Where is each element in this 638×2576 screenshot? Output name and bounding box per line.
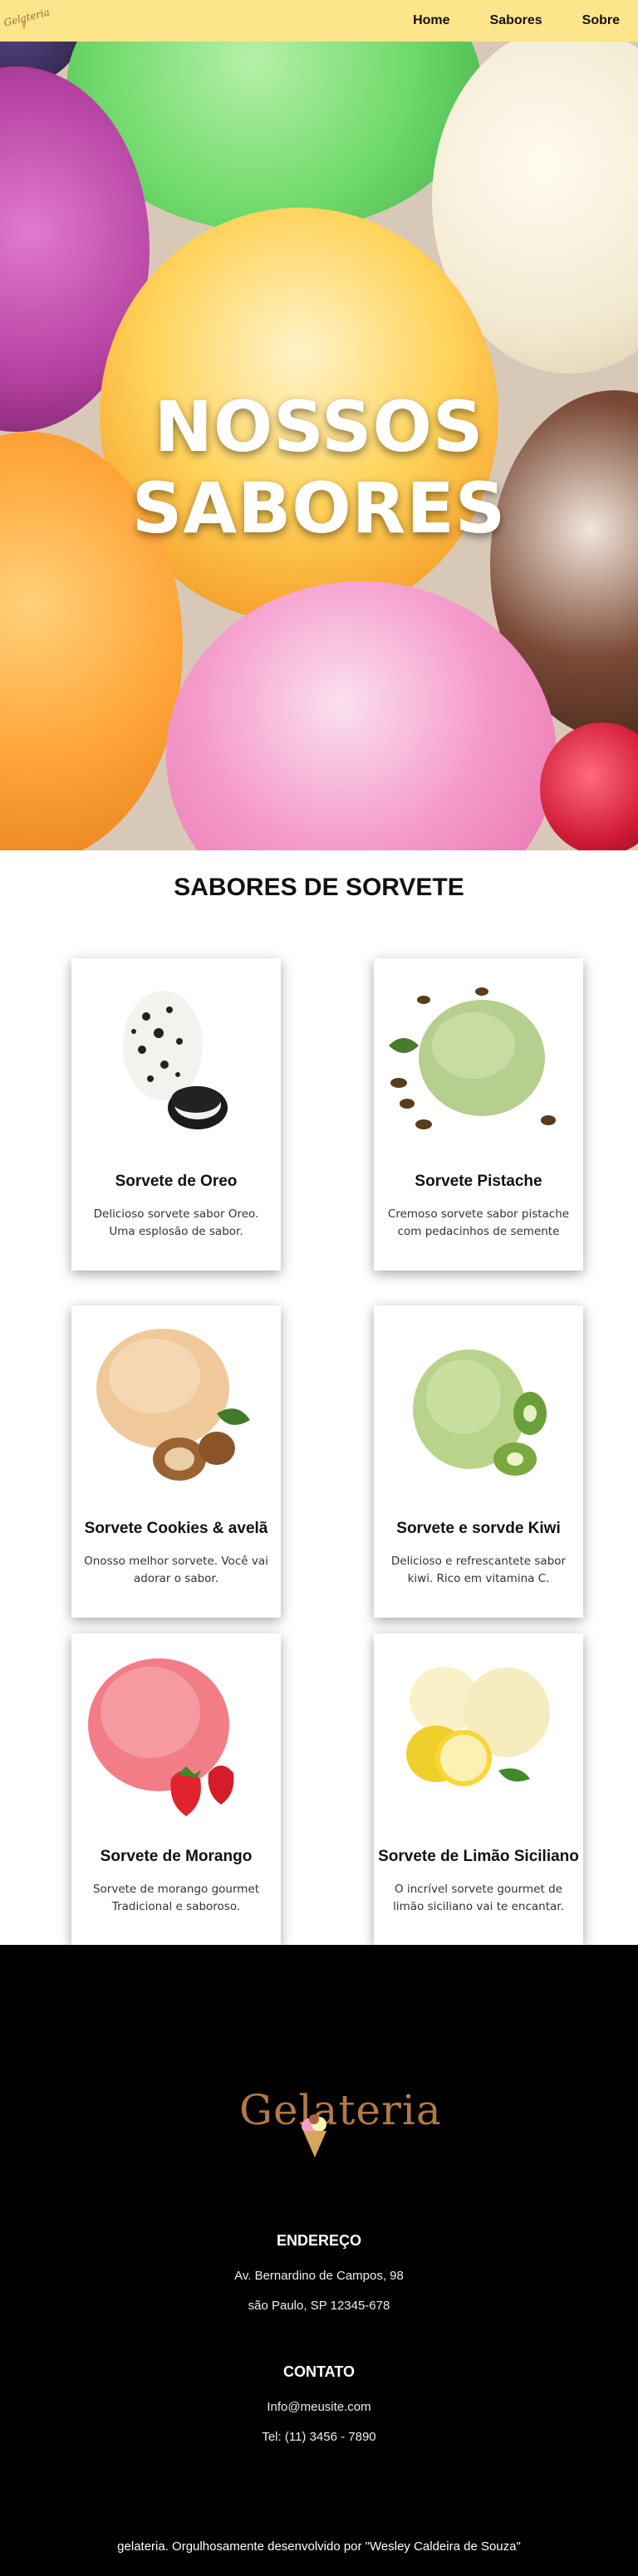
contact-phone: Tel: (11) 3456 - 7890 [262,2430,376,2444]
hazelnut-ice-cream-image [96,1329,250,1481]
flavor-card-oreo[interactable]: Sorvete de Oreo Delicioso sorvete sabor … [71,958,281,1271]
card-title: Sorvete e sorvde Kiwi [396,1520,561,1537]
nav-link-sobre[interactable]: Sobre [582,13,620,28]
flavor-card-pistache[interactable]: Sorvete Pistache Cremoso sorvete sabor p… [374,958,583,1271]
flavor-card-kiwi[interactable]: Sorvete e sorvde Kiwi Delicioso e refres… [374,1305,583,1618]
flavor-card-cookies-avela[interactable]: Sorvete Cookies & avelã Onosso melhor so… [71,1305,281,1618]
card-title: Sorvete Pistache [415,1173,542,1190]
address-line-1: Av. Bernardino de Campos, 98 [234,2269,404,2283]
oreo-ice-cream-image [123,991,228,1129]
hero-banner: NOSSOS SABORES [0,0,638,850]
nav-links: Home Sabores Sobre [413,0,620,42]
gelateria-footer-logo: Gelateria [233,2066,441,2157]
logo-wordmark: Gelateria [2,6,52,29]
card-description: O incrível sorvete gourmet de limão sici… [393,1883,564,1913]
flavor-card-morango[interactable]: Sorvete de Morango Sorvete de morango go… [71,1633,281,1946]
contact-heading: CONTATO [283,2363,355,2380]
contact-email[interactable]: Info@meusite.com [0,2400,638,2414]
pistachio-ice-cream-image [389,987,556,1129]
card-description: Sorvete de morango gourmet Tradicional e… [92,1883,260,1913]
card-title: Sorvete de Morango [100,1848,253,1865]
nav-link-sabores[interactable]: Sabores [490,13,542,28]
copyright-text: gelateria. Orgulhosamente desenvolvido p… [117,2539,521,2554]
card-title: Sorvete de Oreo [115,1173,238,1190]
section-title: SABORES DE SORVETE [174,874,464,901]
card-description: Onosso melhor sorvete. Você vai adorar o… [84,1555,268,1585]
card-description: Cremoso sorvete sabor pistache com pedac… [387,1207,570,1238]
ice-cream-cone-icon [22,22,27,30]
hero-title: NOSSOS SABORES [131,386,507,549]
card-title: Sorvete de Limão Siciliano [378,1848,579,1865]
ice-cream-cone-icon [302,2114,326,2157]
lemon-ice-cream-image [406,1667,550,1786]
address-line-2: são Paulo, SP 12345-678 [248,2299,390,2313]
nav-link-home[interactable]: Home [413,13,449,28]
site-footer: Gelateria ENDEREÇO Av. Bernardino de Cam… [0,1945,638,2576]
card-description: Delicioso sorvete sabor Oreo. Uma esplos… [93,1207,259,1238]
address-heading: ENDEREÇO [276,2232,361,2249]
flavor-card-limao-siciliano[interactable]: Sorvete de Limão Siciliano O incrível so… [374,1633,583,1946]
top-navigation: Gelateria Home Sabores Sobre [0,0,638,42]
footer-logo-wordmark: Gelateria [239,2086,442,2134]
card-title: Sorvete Cookies & avelã [84,1520,268,1537]
gelateria-logo[interactable]: Gelateria [2,5,51,33]
kiwi-ice-cream-image [413,1349,547,1476]
strawberry-ice-cream-image [88,1658,234,1816]
card-description: Delicioso e refrescantete sabor kiwi. Ri… [390,1555,567,1585]
